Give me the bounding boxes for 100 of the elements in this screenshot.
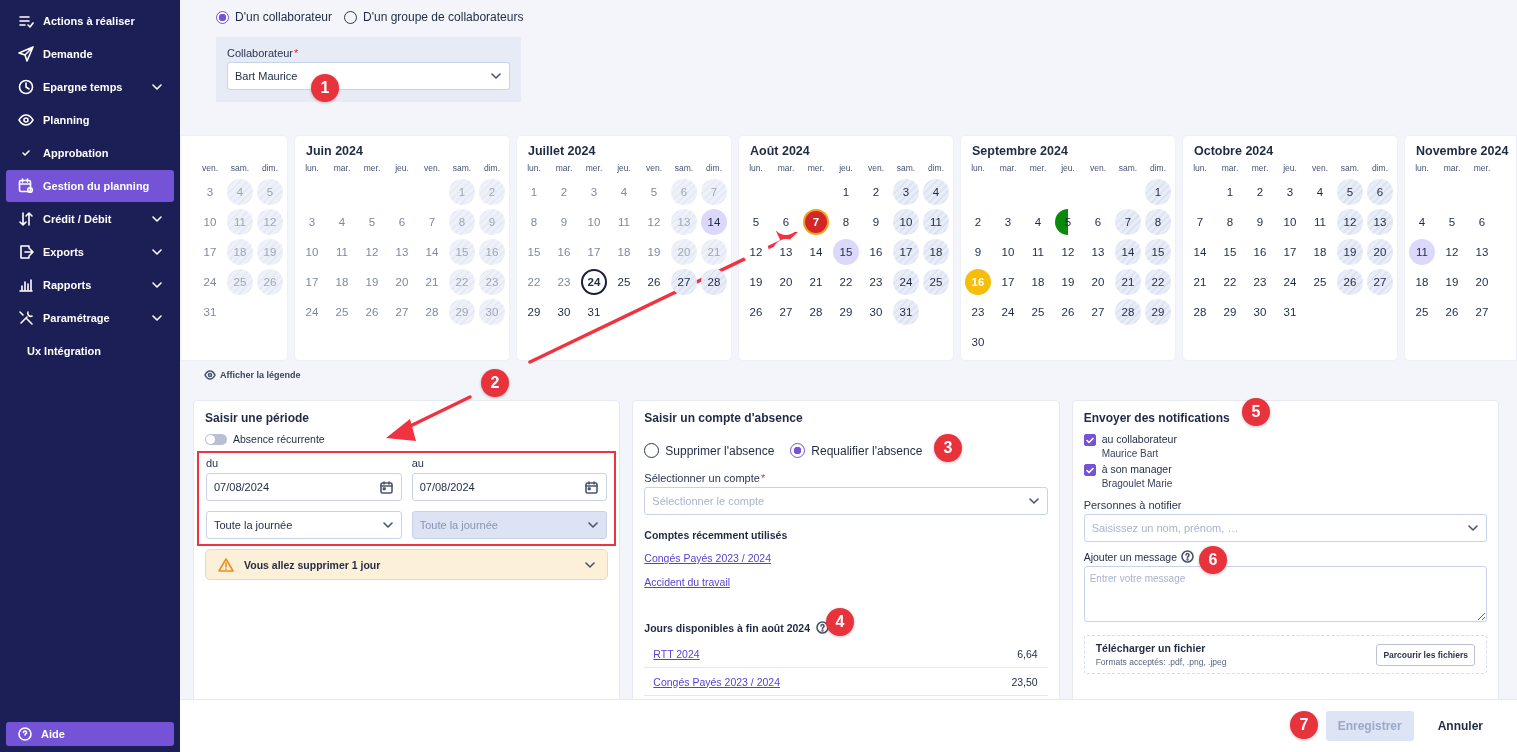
calendar-day[interactable]: 18 <box>923 239 949 265</box>
browse-button[interactable]: Parcourir les fichiers <box>1376 643 1475 666</box>
radio-option[interactable]: D'un collaborateur <box>216 10 332 24</box>
calendar-day[interactable]: 14 <box>1115 239 1141 265</box>
sidebar-item[interactable]: Crédit / Débit <box>6 203 174 235</box>
help-icon <box>1181 550 1195 563</box>
warning-text: Vous allez supprimer 1 jour <box>244 558 381 571</box>
legend-link[interactable]: Afficher la légende <box>204 370 301 380</box>
calendar-day[interactable]: 24 <box>893 269 919 295</box>
checkbox-label: à son manager <box>1101 463 1173 475</box>
upload-formats: Formats acceptés: .pdf, .png, .jpeg <box>1095 657 1227 667</box>
checkbox[interactable] <box>1083 464 1096 476</box>
chevron-down-icon <box>588 522 599 528</box>
eye-icon <box>18 112 34 128</box>
weekday-label: lun. <box>305 163 319 173</box>
help-icon <box>816 621 830 634</box>
sidebar-item[interactable]: Actions à réaliser <box>6 5 174 37</box>
calendar-day[interactable]: 17 <box>893 239 919 265</box>
calendar-day[interactable]: 7 <box>803 209 829 235</box>
chevron-down-icon <box>491 73 501 79</box>
balance-value: 23,50 <box>1011 675 1038 688</box>
calendar-day[interactable]: 25 <box>923 269 949 295</box>
calendar-day[interactable]: 20 <box>1367 239 1393 265</box>
weekday-label: ven. <box>867 163 885 173</box>
calendar-day[interactable]: 5 <box>1337 179 1363 205</box>
calendar-day[interactable]: 14 <box>701 209 727 235</box>
weekday-label: mer. <box>363 163 381 173</box>
weekday-label: ven. <box>423 163 441 173</box>
weekday-label: mer. <box>1251 163 1269 173</box>
balance-value: 6,64 <box>1017 647 1038 660</box>
message-field[interactable]: Entrer votre message <box>1083 566 1487 622</box>
sidebar-item[interactable]: Exports <box>6 236 174 268</box>
tools-icon <box>18 310 34 326</box>
calendar-day[interactable]: 28 <box>1115 299 1141 325</box>
sidebar-item[interactable]: Planning <box>6 104 174 136</box>
sidebar-item[interactable]: Rapports <box>6 269 174 301</box>
field-label: du <box>206 457 220 469</box>
calendar-day[interactable]: 11 <box>1409 239 1435 265</box>
account-link[interactable]: Accident du travail <box>644 576 731 588</box>
sidebar-item[interactable]: Demande <box>6 38 174 70</box>
calendar-icon <box>585 480 599 494</box>
sidebar-item[interactable]: Approbation <box>6 137 174 169</box>
chevron-down-icon <box>585 561 596 568</box>
warning-banner[interactable]: Vous allez supprimer 1 jour <box>205 549 609 580</box>
toggle-switch[interactable] <box>205 433 227 445</box>
sidebar-item[interactable]: Epargne temps <box>6 71 174 103</box>
weekday-label: dim. <box>1371 163 1389 173</box>
calendar-day[interactable]: 11 <box>923 209 949 235</box>
calendar-day[interactable]: 24 <box>581 269 607 295</box>
calendar-day[interactable]: 4 <box>923 179 949 205</box>
calendar-day[interactable]: 12 <box>1337 209 1363 235</box>
panel-title: Saisir une période <box>205 411 311 425</box>
calendar-day[interactable]: 15 <box>833 239 859 265</box>
date-field[interactable]: 07/08/2024 <box>411 473 608 501</box>
calendar-day[interactable]: 22 <box>1145 269 1171 295</box>
account-link[interactable]: Congés Payés 2023 / 2024 <box>644 552 771 564</box>
radio-option[interactable]: Supprimer l'absence <box>644 443 775 458</box>
radio-option[interactable]: Requalifier l'absence <box>790 443 923 458</box>
calendar-day[interactable]: 19 <box>1337 239 1363 265</box>
weekday-label: lun. <box>971 163 985 173</box>
calendar-day[interactable]: 15 <box>1145 239 1171 265</box>
sidebar-item[interactable]: Gestion du planning <box>6 170 174 202</box>
radio-option[interactable]: D'un groupe de collaborateurs <box>344 10 524 24</box>
weekday-label: dim. <box>927 163 945 173</box>
day-span-select[interactable]: Toute la journée <box>206 511 402 539</box>
up-down-arrows-icon <box>18 211 34 227</box>
calendar-day[interactable]: 21 <box>1115 269 1141 295</box>
calendar-day[interactable]: 31 <box>893 299 919 325</box>
calendar-day[interactable]: 28 <box>701 269 727 295</box>
field-label: Collaborateur* <box>227 47 300 59</box>
calendar-day[interactable]: 7 <box>1115 209 1141 235</box>
calendar-day[interactable]: 10 <box>893 209 919 235</box>
help-button[interactable]: Aide <box>6 722 174 746</box>
account-link[interactable]: Congés Payés 2023 / 2024 <box>653 675 780 688</box>
weekday-label: ven. <box>1311 163 1329 173</box>
calendar-day[interactable]: 8 <box>1145 209 1171 235</box>
weekday-label: jeu. <box>839 163 853 173</box>
calendar-day[interactable]: 13 <box>1367 209 1393 235</box>
sidebar-item[interactable]: Paramétrage <box>6 302 174 334</box>
weekday-label: sam. <box>896 163 916 173</box>
calendar-day[interactable]: 1 <box>1145 179 1171 205</box>
weekday-label: sam. <box>452 163 472 173</box>
date-field[interactable]: 07/08/2024 <box>206 473 402 501</box>
field-label: Sélectionner un compte* <box>644 472 767 484</box>
calendar-day[interactable]: 27 <box>671 269 697 295</box>
checkbox[interactable] <box>1083 434 1096 446</box>
calendar-day[interactable]: 29 <box>1145 299 1171 325</box>
calendar-day[interactable]: 26 <box>1337 269 1363 295</box>
calendar-day[interactable]: 6 <box>1367 179 1393 205</box>
month-title: Juin 2024 <box>306 144 363 158</box>
calendar-gear-icon <box>18 178 34 194</box>
toggle-label: Absence récurrente <box>233 433 325 445</box>
checkmark-icon <box>1085 436 1094 444</box>
sidebar-item[interactable]: Ux Intégration <box>6 335 174 367</box>
account-link[interactable]: RTT 2024 <box>653 647 700 660</box>
calendar-day[interactable]: 27 <box>1367 269 1393 295</box>
cancel-button[interactable]: Annuler <box>1425 719 1495 733</box>
weekday-label: mer. <box>807 163 825 173</box>
calendar-day[interactable]: 3 <box>893 179 919 205</box>
warning-icon <box>218 557 234 572</box>
